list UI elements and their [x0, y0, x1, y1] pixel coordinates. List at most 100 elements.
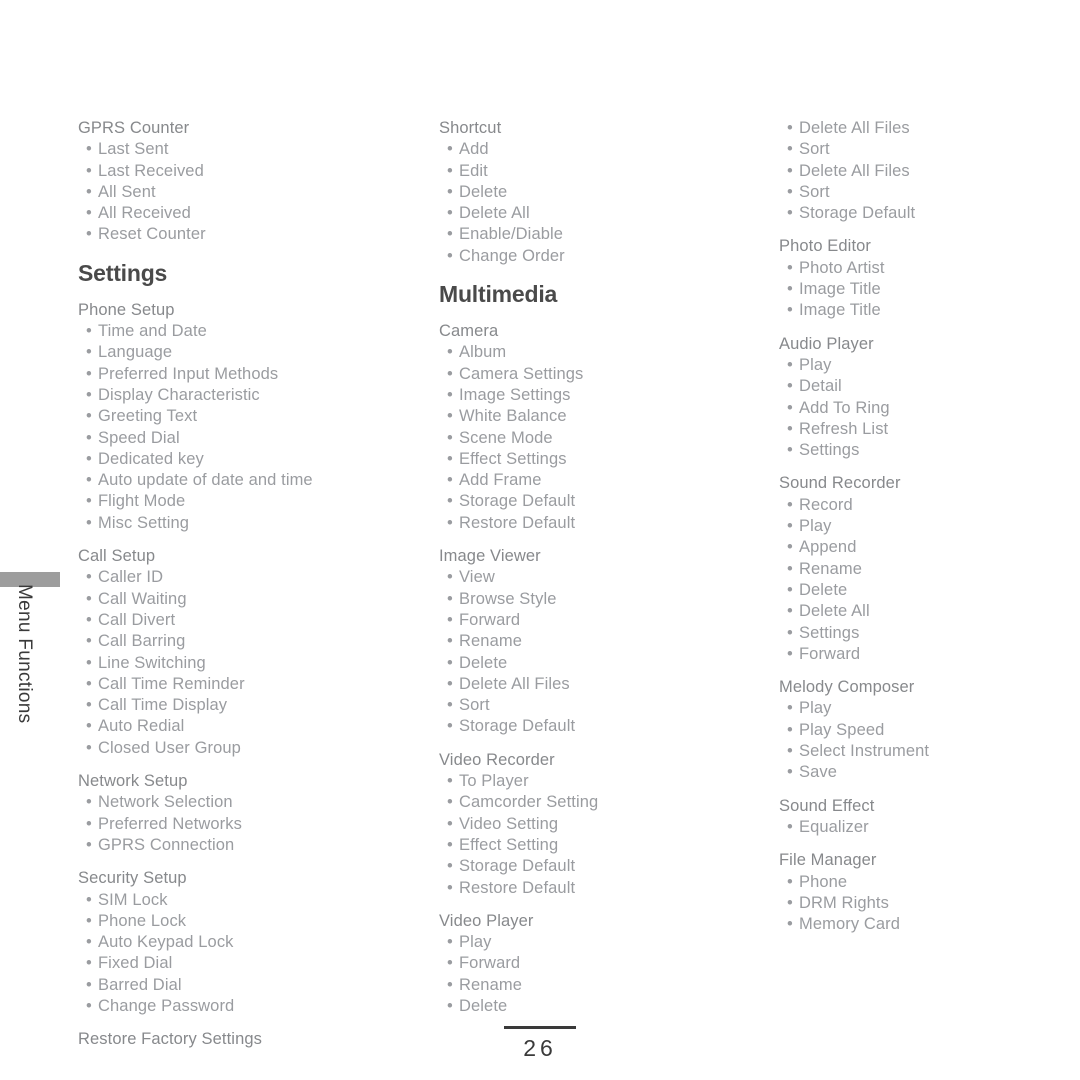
bullet-icon: • — [447, 954, 453, 973]
menu-item: • Browse Style — [447, 589, 759, 610]
menu-item-label: All Received — [98, 204, 191, 223]
menu-section-title: Photo Editor — [779, 237, 872, 256]
menu-item: • Sort — [787, 139, 1080, 160]
menu-item-label: Delete — [459, 182, 508, 201]
menu-item: • Play — [787, 516, 1080, 537]
menu-item-label: Effect Setting — [459, 835, 559, 854]
menu-section-block: Photo Editor • Photo Artist • Image Title • Im… — [779, 236, 1080, 321]
menu-item: • Barred Dial — [86, 975, 398, 996]
menu-outline-columns: GPRS Counter • Last Sent • Last Received • All… — [0, 118, 1080, 1048]
bullet-icon: • — [447, 428, 453, 447]
bullet-icon: • — [447, 161, 453, 180]
bullet-icon: • — [86, 568, 92, 587]
menu-item-label: Sort — [459, 696, 490, 715]
menu-item-label: Last Sent — [98, 140, 169, 159]
page-footer: 26 — [0, 1026, 1080, 1062]
menu-item-label: Append — [799, 538, 857, 557]
bullet-icon: • — [787, 140, 793, 159]
menu-item: • Select Instrument — [787, 741, 1080, 762]
menu-item-label: Dedicated key — [98, 449, 204, 468]
menu-item-label: Add — [459, 140, 489, 159]
menu-item: • Image Settings — [447, 385, 759, 406]
bullet-icon: • — [787, 538, 793, 557]
bullet-icon: • — [787, 495, 793, 514]
menu-item: • White Balance — [447, 406, 759, 427]
menu-item: • Call Waiting — [86, 589, 398, 610]
menu-item: • All Sent — [86, 182, 398, 203]
menu-item: • Equalizer — [787, 817, 1080, 838]
menu-item-label: Preferred Networks — [98, 814, 242, 833]
menu-item-label: Last Received — [98, 161, 204, 180]
menu-item-label: Line Switching — [98, 653, 206, 672]
menu-item-label: Rename — [459, 975, 522, 994]
menu-item-label: Sort — [799, 182, 830, 201]
menu-item: • Delete — [787, 580, 1080, 601]
menu-item: • Delete All Files — [447, 674, 759, 695]
bullet-icon: • — [787, 644, 793, 663]
bullet-icon: • — [447, 246, 453, 265]
bullet-icon: • — [787, 623, 793, 642]
bullet-icon: • — [787, 419, 793, 438]
menu-item: • Auto Keypad Lock — [86, 932, 398, 953]
menu-section-title: Camera — [439, 322, 499, 341]
menu-item: • Change Order — [447, 246, 759, 267]
menu-item-label: GPRS Connection — [98, 835, 235, 854]
menu-item: • Language — [86, 342, 398, 363]
menu-item-label: Storage Default — [799, 204, 916, 223]
menu-item: • Effect Setting — [447, 835, 759, 856]
menu-item-label: Delete All Files — [459, 674, 570, 693]
menu-section-title: Shortcut — [439, 119, 502, 137]
menu-item-list: • Caller ID • Call Waiting • Call Divert • Call… — [78, 567, 398, 759]
menu-item: • Forward — [447, 953, 759, 974]
column-1: GPRS Counter • Last Sent • Last Received • All… — [78, 118, 398, 1051]
menu-item: • Storage Default — [447, 716, 759, 737]
menu-item-label: Refresh List — [799, 419, 889, 438]
menu-item-label: Scene Mode — [459, 428, 553, 447]
menu-item-label: Change Password — [98, 996, 235, 1015]
bullet-icon: • — [447, 975, 453, 994]
menu-section-block: Sound Effect • Equalizer — [779, 796, 1080, 839]
menu-section-title: Video Recorder — [439, 750, 555, 769]
menu-item-label: Forward — [459, 954, 521, 973]
bullet-icon: • — [787, 915, 793, 934]
bullet-icon: • — [447, 814, 453, 833]
menu-item-label: Storage Default — [459, 717, 576, 736]
menu-section-title: Melody Composer — [779, 678, 915, 697]
bullet-icon: • — [787, 763, 793, 782]
bullet-icon: • — [447, 589, 453, 608]
menu-item-label: Delete — [459, 996, 508, 1015]
bullet-icon: • — [447, 364, 453, 383]
menu-item-label: Forward — [799, 644, 861, 663]
menu-item-list: • To Player • Camcorder Setting • Video Setti… — [439, 771, 759, 899]
menu-item-label: DRM Rights — [799, 893, 889, 912]
menu-item: • Call Barring — [86, 631, 398, 652]
bullet-icon: • — [86, 674, 92, 693]
menu-item-label: Storage Default — [459, 857, 576, 876]
menu-item: • Play — [447, 932, 759, 953]
menu-section-block: Security Setup • SIM Lock • Phone Lock • Auto … — [78, 868, 398, 1017]
menu-item: • Append — [787, 537, 1080, 558]
menu-item: • Camcorder Setting — [447, 792, 759, 813]
menu-item-label: Phone Lock — [98, 911, 187, 930]
menu-item-label: Memory Card — [799, 915, 901, 934]
menu-item: • Storage Default — [447, 491, 759, 512]
bullet-icon: • — [447, 996, 453, 1015]
bullet-icon: • — [787, 161, 793, 180]
menu-item: • Album — [447, 342, 759, 363]
menu-item-list: • Play • Detail • Add To Ring • Refresh List • Se… — [779, 355, 1080, 461]
bullet-icon: • — [447, 632, 453, 651]
menu-item-label: All Sent — [98, 182, 156, 201]
bullet-icon: • — [447, 225, 453, 244]
menu-item: • Add — [447, 139, 759, 160]
menu-item-label: Fixed Dial — [98, 954, 173, 973]
menu-item-label: Misc Setting — [98, 513, 190, 532]
menu-item-label: Call Waiting — [98, 589, 187, 608]
bullet-icon: • — [447, 513, 453, 532]
menu-section-block: Video Player • Play • Forward • Rename • Delete — [439, 911, 759, 1017]
menu-section-title: Security Setup — [78, 869, 187, 888]
bullet-icon: • — [86, 814, 92, 833]
menu-item: • Caller ID — [86, 567, 398, 588]
menu-item-label: Sort — [799, 140, 830, 159]
menu-item-label: Delete All Files — [799, 161, 910, 180]
menu-item-label: Play — [459, 933, 492, 952]
